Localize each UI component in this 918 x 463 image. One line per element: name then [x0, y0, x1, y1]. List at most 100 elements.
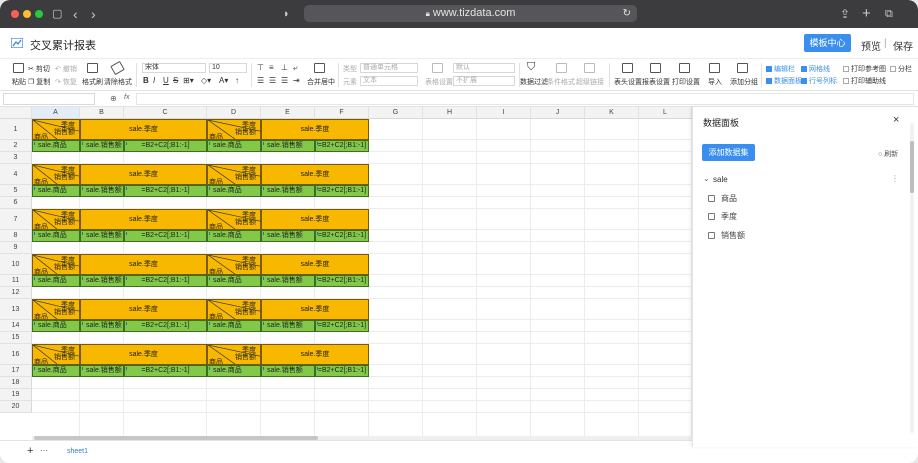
- merged-season-cell[interactable]: sale.季度: [261, 119, 369, 140]
- column-header-f[interactable]: F: [315, 107, 369, 119]
- product-cell[interactable]: sale.商品: [207, 275, 261, 287]
- row-header[interactable]: 7: [0, 209, 32, 230]
- conditional-format-button[interactable]: 条件格式: [547, 77, 575, 87]
- diagonal-header-cell[interactable]: 季度 销售额 商品: [32, 299, 80, 320]
- sales-cell[interactable]: sale.销售额: [80, 140, 124, 152]
- column-header-e[interactable]: E: [261, 107, 315, 119]
- split-column-checkbox[interactable]: 分栏: [890, 64, 912, 74]
- merged-season-cell[interactable]: sale.季度: [261, 164, 369, 185]
- formula-cell[interactable]: =B2+C2[;B1:-1]: [315, 320, 369, 332]
- field-item[interactable]: 销售额: [708, 230, 745, 241]
- print-reference-checkbox[interactable]: 打印参考图: [843, 64, 886, 74]
- align-bottom-icon[interactable]: ⊥: [281, 63, 288, 72]
- format-painter-button[interactable]: 格式刷: [82, 77, 103, 87]
- row-header[interactable]: 19: [0, 389, 32, 401]
- sheet-menu-button[interactable]: ···: [40, 446, 48, 455]
- italic-button[interactable]: I: [153, 76, 155, 85]
- table-settings-button[interactable]: 表格设置: [425, 77, 453, 87]
- add-group-icon[interactable]: [737, 63, 748, 73]
- fill-color-icon[interactable]: ◇▾: [201, 76, 211, 85]
- product-cell[interactable]: sale.商品: [32, 140, 80, 152]
- product-cell[interactable]: sale.商品: [207, 365, 261, 377]
- data-filter-button[interactable]: 数据过滤: [520, 77, 548, 87]
- product-cell[interactable]: sale.商品: [207, 140, 261, 152]
- merged-season-cell[interactable]: sale.季度: [80, 344, 207, 365]
- row-header[interactable]: 17: [0, 365, 32, 377]
- save-link[interactable]: 保存: [893, 38, 913, 53]
- font-size-up-icon[interactable]: ↑: [235, 76, 239, 85]
- default-select[interactable]: 默认: [453, 63, 515, 73]
- row-header[interactable]: 16: [0, 344, 32, 365]
- column-header-i[interactable]: I: [477, 107, 531, 119]
- sales-cell[interactable]: sale.销售额: [261, 185, 315, 197]
- column-header-b[interactable]: B: [80, 107, 124, 119]
- merged-season-cell[interactable]: sale.季度: [261, 344, 369, 365]
- font-size-select[interactable]: 10: [209, 63, 247, 73]
- column-header-k[interactable]: K: [585, 107, 639, 119]
- sales-cell[interactable]: sale.销售额: [261, 320, 315, 332]
- row-header[interactable]: 8: [0, 230, 32, 242]
- expand-select[interactable]: 不扩展: [453, 76, 515, 86]
- formula-cell[interactable]: =B2+C2[;B1:-1]: [124, 140, 207, 152]
- align-center-icon[interactable]: ☰: [269, 76, 276, 85]
- sales-cell[interactable]: sale.销售额: [261, 230, 315, 242]
- sales-cell[interactable]: sale.销售额: [80, 185, 124, 197]
- row-header[interactable]: 13: [0, 299, 32, 320]
- merged-season-cell[interactable]: sale.季度: [261, 254, 369, 275]
- printer-icon[interactable]: [679, 63, 690, 73]
- back-icon[interactable]: ‹: [73, 5, 78, 23]
- column-header-g[interactable]: G: [369, 107, 423, 119]
- product-cell[interactable]: sale.商品: [32, 320, 80, 332]
- conditional-format-icon[interactable]: [556, 63, 567, 73]
- formula-cell[interactable]: =B2+C2[;B1:-1]: [124, 320, 207, 332]
- align-right-icon[interactable]: ☰: [281, 76, 288, 85]
- formula-cell[interactable]: =B2+C2[;B1:-1]: [315, 140, 369, 152]
- field-item[interactable]: 季度: [708, 211, 737, 222]
- row-header[interactable]: 10: [0, 254, 32, 275]
- merged-season-cell[interactable]: sale.季度: [261, 209, 369, 230]
- diagonal-header-cell[interactable]: 季度 销售额 商品: [32, 164, 80, 185]
- undo-button[interactable]: ↶ 撤销: [55, 64, 77, 74]
- maximize-window-dot[interactable]: [35, 10, 43, 18]
- product-cell[interactable]: sale.商品: [32, 185, 80, 197]
- paste-icon[interactable]: [13, 63, 24, 73]
- merged-season-cell[interactable]: sale.季度: [80, 164, 207, 185]
- add-sheet-button[interactable]: +: [27, 445, 33, 457]
- shield-icon[interactable]: ◗: [283, 5, 290, 23]
- formula-input[interactable]: [136, 93, 914, 105]
- close-window-dot[interactable]: [11, 10, 19, 18]
- refresh-button[interactable]: ○ 刷新: [878, 149, 898, 159]
- row-header[interactable]: 20: [0, 401, 32, 413]
- spreadsheet-grid[interactable]: A B C D E F G H I J K L 1 2 3 4 5 6 7 8 9 10 11 12 13 14 15 16 17 18 1…: [0, 107, 692, 440]
- border-icon[interactable]: ⊞▾: [183, 76, 194, 85]
- cell-name-box[interactable]: [3, 93, 95, 105]
- diagonal-header-cell[interactable]: 季度 销售额 商品: [32, 344, 80, 365]
- merged-season-cell[interactable]: sale.季度: [80, 119, 207, 140]
- diagonal-header-cell[interactable]: 季度 销售额 商品: [207, 344, 261, 365]
- row-header[interactable]: 14: [0, 320, 32, 332]
- column-header-a[interactable]: A: [32, 107, 80, 119]
- header-settings-button[interactable]: 表头设置: [614, 77, 642, 87]
- clear-format-button[interactable]: 清除格式: [104, 77, 132, 87]
- diagonal-header-cell[interactable]: 季度 销售额 商品: [32, 119, 80, 140]
- product-cell[interactable]: sale.商品: [207, 230, 261, 242]
- strikethrough-button[interactable]: S: [173, 76, 178, 85]
- add-group-button[interactable]: 添加分组: [730, 77, 758, 87]
- hyperlink-icon[interactable]: [584, 63, 595, 73]
- row-header[interactable]: 6: [0, 197, 32, 209]
- formula-cell[interactable]: =B2+C2[;B1:-1]: [124, 275, 207, 287]
- font-family-select[interactable]: 宋体: [142, 63, 206, 73]
- row-header[interactable]: 1: [0, 119, 32, 140]
- scrollbar-thumb[interactable]: [910, 141, 914, 193]
- row-col-label-checkbox[interactable]: 行号列标: [801, 76, 837, 86]
- dataset-name[interactable]: sale: [713, 175, 728, 184]
- wrap-text-icon[interactable]: ⤶: [293, 63, 297, 73]
- column-header-d[interactable]: D: [207, 107, 261, 119]
- product-cell[interactable]: sale.商品: [207, 185, 261, 197]
- formula-cell[interactable]: =B2+C2[;B1:-1]: [315, 275, 369, 287]
- paste-button[interactable]: 粘贴: [12, 77, 26, 87]
- dataset-more-icon[interactable]: ⋮: [891, 174, 899, 183]
- column-header-h[interactable]: H: [423, 107, 477, 119]
- row-header[interactable]: 5: [0, 185, 32, 197]
- diagonal-header-cell[interactable]: 季度 销售额 商品: [207, 299, 261, 320]
